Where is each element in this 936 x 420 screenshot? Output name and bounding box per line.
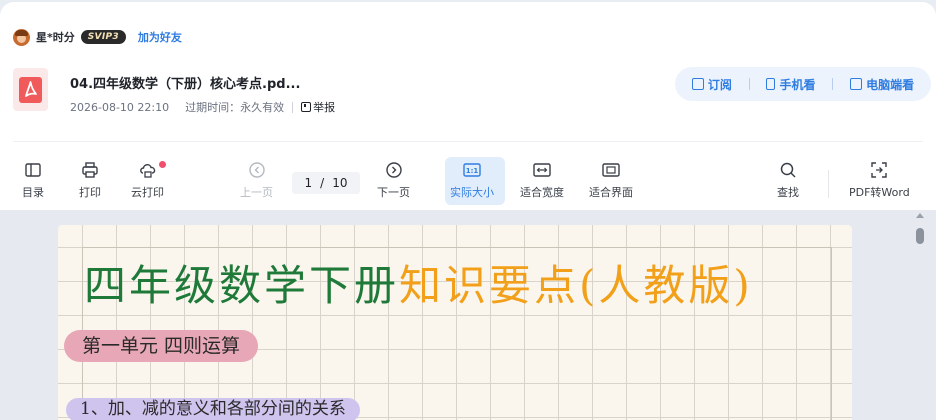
sidebar-icon [25, 161, 41, 179]
fit-width-label: 适合宽度 [520, 186, 564, 199]
toc-label: 目录 [22, 186, 44, 199]
fit-width-icon [533, 161, 551, 179]
page-separator: / [320, 176, 325, 190]
prev-page-button[interactable]: 上一页 [240, 161, 273, 200]
page-number-input[interactable]: 1 / 10 [292, 172, 360, 194]
vip-badge: SVIP3 [80, 30, 126, 44]
unit-heading: 第一单元 四则运算 [64, 330, 259, 362]
toc-button[interactable]: 目录 [22, 161, 44, 200]
print-label: 打印 [79, 186, 101, 199]
phone-icon [766, 78, 776, 90]
fit-page-icon [602, 161, 620, 179]
chevron-left-icon [248, 161, 265, 179]
action-divider [748, 78, 750, 90]
monitor-icon [850, 78, 863, 90]
report-icon [301, 102, 312, 112]
section-heading: 1、加、减的意义和各部分间的关系 [66, 398, 360, 420]
actual-size-button[interactable]: 1:1 实际大小 [450, 161, 494, 200]
cloud-print-label: 云打印 [131, 186, 164, 199]
find-button[interactable]: 查找 [777, 161, 799, 200]
convert-icon [871, 161, 888, 179]
actual-size-icon: 1:1 [463, 161, 481, 179]
actual-size-label: 实际大小 [450, 186, 494, 199]
pdf-to-word-label: PDF转Word [849, 186, 910, 199]
prev-page-label: 上一页 [240, 186, 273, 199]
fit-width-button[interactable]: 适合宽度 [520, 161, 564, 200]
fit-page-button[interactable]: 适合界面 [589, 161, 633, 200]
meta-divider [292, 101, 294, 113]
search-icon [780, 161, 796, 179]
desktop-view-label: 电脑端看 [866, 77, 915, 92]
avatar[interactable] [13, 28, 30, 46]
report-button[interactable]: 举报 [301, 99, 335, 115]
desktop-view-button[interactable]: 电脑端看 [850, 76, 914, 93]
action-divider [832, 78, 834, 90]
bookmark-icon [691, 78, 704, 90]
file-title: 04.四年级数学（下册）核心考点.pd... [70, 77, 301, 92]
print-button[interactable]: 打印 [79, 161, 101, 200]
file-date: 2026-08-10 22:10 [70, 100, 170, 114]
mobile-view-label: 手机看 [779, 77, 816, 92]
fit-page-label: 适合界面 [589, 186, 633, 199]
next-page-button[interactable]: 下一页 [377, 161, 410, 200]
find-label: 查找 [777, 186, 799, 199]
notification-dot [159, 161, 166, 168]
uploader-row: 星*时分 SVIP3 加为好友 [13, 28, 182, 46]
subscribe-label: 订阅 [707, 77, 732, 92]
svg-text:1:1: 1:1 [466, 167, 479, 175]
subscribe-button[interactable]: 订阅 [691, 76, 732, 93]
cloud-printer-icon [139, 161, 157, 179]
scroll-up-arrow[interactable] [916, 213, 924, 218]
chevron-right-icon [385, 161, 402, 179]
toolbar-divider [13, 141, 923, 142]
current-page: 1 [304, 176, 313, 190]
document-title-part1: 四年级数学下册 [84, 261, 400, 310]
document-title-part2: 知识要点(人教版) [399, 261, 753, 310]
add-friend-link[interactable]: 加为好友 [138, 29, 182, 45]
file-expire: 过期时间：永久有效 [185, 101, 285, 114]
pdf-to-word-button[interactable]: PDF转Word [849, 161, 910, 200]
total-pages: 10 [332, 176, 348, 190]
pdf-file-icon [13, 68, 48, 111]
printer-icon [82, 161, 98, 179]
view-actions: 订阅 手机看 电脑端看 [675, 67, 931, 101]
next-page-label: 下一页 [377, 186, 410, 199]
mobile-view-button[interactable]: 手机看 [766, 76, 815, 93]
report-label: 举报 [313, 101, 336, 114]
uploader-name[interactable]: 星*时分 [36, 29, 75, 45]
document-title: 四年级数学下册知识要点(人教版) [84, 252, 753, 313]
toolbar-separator [828, 170, 829, 198]
file-meta: 2026-08-10 22:10 过期时间：永久有效 举报 [70, 99, 335, 115]
scrollbar-thumb[interactable] [916, 228, 924, 244]
